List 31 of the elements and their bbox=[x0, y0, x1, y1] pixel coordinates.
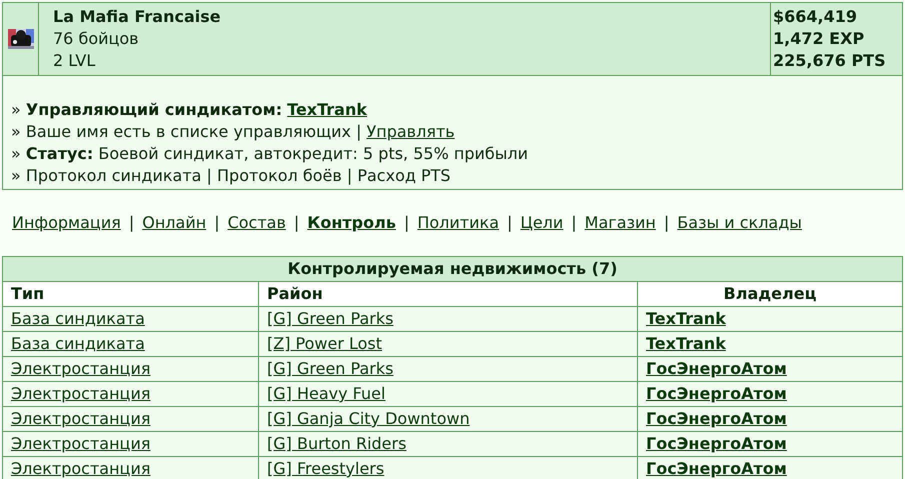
nav-separator: | bbox=[571, 212, 577, 234]
stat-value: 225,676 PTS bbox=[773, 50, 887, 72]
nav-tab[interactable]: Онлайн bbox=[142, 212, 206, 234]
nav-separator: | bbox=[664, 212, 670, 234]
nav-separator: | bbox=[294, 212, 300, 234]
nav-separator: | bbox=[128, 212, 134, 234]
table-title: Контролируемая недвижимость (7) bbox=[2, 256, 902, 282]
info-text: » Статус: Боевой синдикат, автокредит: 5 pts, 55% прибыли bbox=[11, 143, 528, 165]
nav-separator: | bbox=[214, 212, 220, 234]
nav-tab[interactable]: Состав bbox=[228, 212, 286, 234]
info-text: » Ваше имя есть в списке управляющих | bbox=[11, 121, 362, 143]
nav-tab[interactable]: Магазин bbox=[584, 212, 656, 234]
nav-tab[interactable]: Цели bbox=[520, 212, 564, 234]
nav-separator: | bbox=[404, 212, 410, 234]
syndicate-level: 2 LVL bbox=[53, 50, 96, 72]
stat-value: $664,419 bbox=[773, 6, 858, 28]
info-text: » Протокол синдиката | Протокол боёв | Расход PTS bbox=[11, 165, 451, 187]
nav-separator: | bbox=[507, 212, 512, 234]
fighters-count: 76 бойцов bbox=[53, 28, 140, 50]
info-text: » Управляющий синдикатом: bbox=[11, 99, 282, 121]
nav-tab[interactable]: Информация bbox=[12, 212, 121, 234]
column-header: Владелец bbox=[638, 282, 902, 306]
info-link[interactable]: TexTrank bbox=[287, 99, 367, 121]
stat-value: 1,472 EXP bbox=[773, 28, 866, 50]
column-header: Район bbox=[258, 282, 638, 306]
column-header: Тип bbox=[2, 282, 258, 306]
nav-tab[interactable]: Политика bbox=[417, 212, 499, 234]
syndicate-name: La Mafia Francaise bbox=[53, 6, 222, 28]
info-link[interactable]: Управлять bbox=[366, 121, 455, 143]
nav-tab[interactable]: Контроль bbox=[307, 212, 396, 234]
nav-tab[interactable]: Базы и склады bbox=[677, 212, 802, 234]
